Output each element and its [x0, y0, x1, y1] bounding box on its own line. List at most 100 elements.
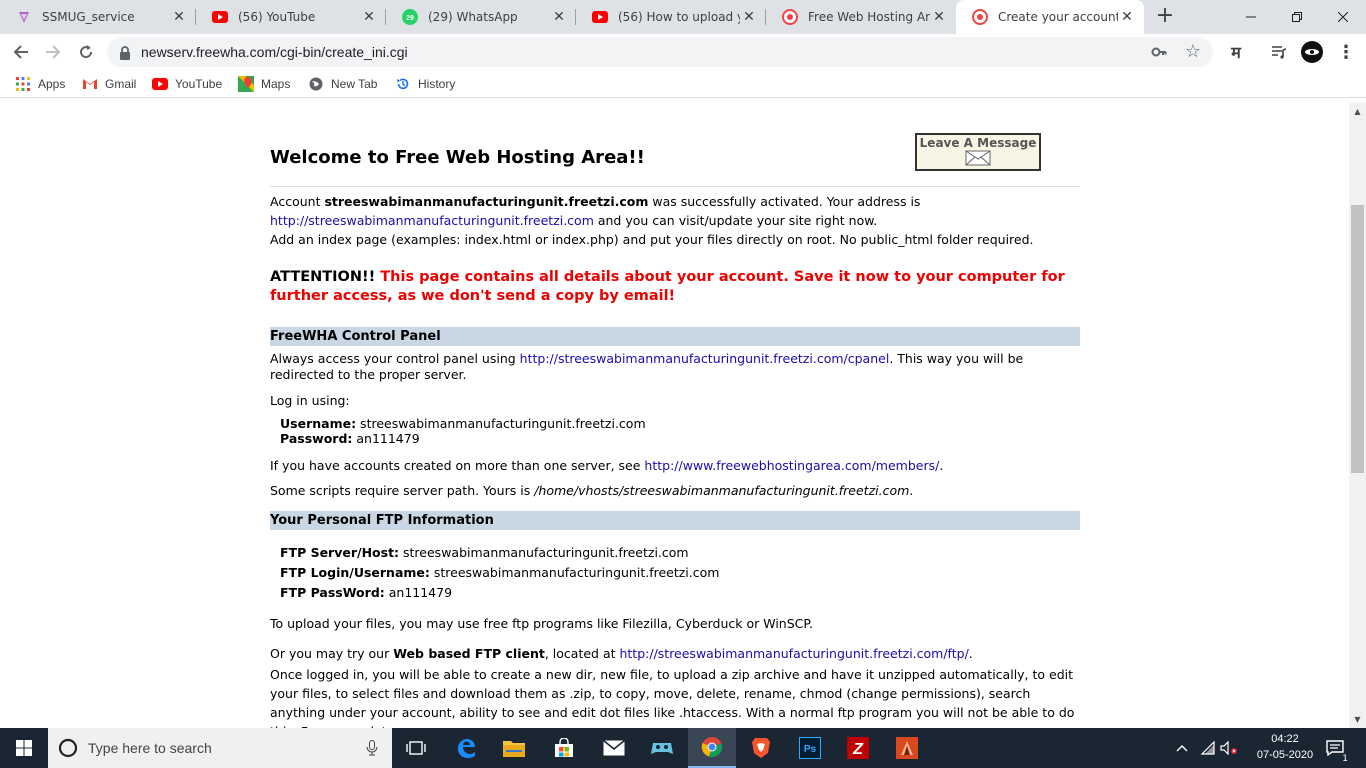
leave-message-button[interactable]: Leave A Message — [915, 133, 1041, 171]
search-placeholder[interactable]: Type here to search — [88, 740, 212, 756]
clock-date: 07-05-2020 — [1256, 749, 1314, 761]
url-text[interactable]: newserv.freewha.com/cgi-bin/create_ini.c… — [141, 44, 408, 60]
leave-message-label: Leave A Message — [919, 136, 1037, 150]
hindi-extension-icon[interactable]: म — [1224, 40, 1248, 64]
bookmark-apps[interactable]: Apps — [15, 75, 65, 93]
tab-ssmug-service[interactable]: SSMUG_service ✕ — [0, 0, 196, 34]
index-note: Add an index page (examples: index.html … — [270, 232, 1034, 247]
close-icon[interactable]: ✕ — [550, 8, 568, 26]
divider — [270, 186, 1080, 187]
tab-youtube-how-to-upload[interactable]: (56) How to upload you ✕ — [576, 0, 766, 34]
reload-button[interactable] — [73, 39, 99, 65]
edge-icon — [458, 739, 475, 758]
taskbar-search-box[interactable]: Type here to search — [48, 728, 392, 768]
taskbar-clock[interactable]: 04:22 07-05-2020 — [1255, 731, 1315, 763]
media-playlist-icon[interactable] — [1267, 40, 1291, 64]
lock-icon[interactable] — [119, 45, 131, 64]
bookmark-youtube[interactable]: YouTube — [152, 75, 222, 93]
restore-button[interactable] — [1274, 0, 1320, 34]
windows-logo-icon — [16, 740, 32, 756]
ftp-heading: Your Personal FTP Information — [270, 511, 1080, 530]
browser-toolbar: newserv.freewha.com/cgi-bin/create_ini.c… — [0, 34, 1366, 70]
ftp-password-value: an111479 — [384, 585, 453, 600]
tab-title: Create your account at — [998, 10, 1118, 24]
members-link[interactable]: http://www.freewebhostingarea.com/member… — [644, 458, 939, 473]
bookmark-maps[interactable]: Maps — [238, 75, 290, 93]
account-intro: Account streeswabimanmanufacturingunit.f… — [270, 194, 1034, 247]
close-icon[interactable]: ✕ — [740, 8, 758, 26]
tab-free-web-hosting-area[interactable]: Free Web Hosting Area ✕ — [766, 0, 956, 34]
site-link[interactable]: http://streeswabimanmanufacturingunit.fr… — [270, 213, 594, 228]
bookmark-new-tab[interactable]: New Tab — [308, 75, 377, 93]
whatsapp-icon: 29 — [402, 9, 418, 25]
ftp-server-value: streeswabimanmanufacturingunit.freetzi.c… — [399, 545, 689, 560]
login-label: Log in using: — [270, 393, 350, 408]
cortana-circle-icon — [58, 738, 78, 758]
web-ftp-link[interactable]: http://streeswabimanmanufacturingunit.fr… — [619, 646, 968, 661]
key-icon[interactable] — [1151, 44, 1167, 64]
edge-taskbar-button[interactable] — [442, 728, 490, 768]
profile-avatar[interactable] — [1300, 40, 1324, 64]
maps-icon — [238, 76, 254, 92]
brave-lion-icon — [752, 738, 770, 758]
photoshop-taskbar-button[interactable]: Ps — [786, 728, 834, 768]
bookmark-gmail[interactable]: Gmail — [82, 75, 136, 93]
vertical-scrollbar[interactable]: ▲ ▼ — [1349, 103, 1366, 728]
close-icon[interactable]: ✕ — [360, 8, 378, 26]
close-icon[interactable]: ✕ — [170, 8, 188, 26]
wifi-icon[interactable] — [1198, 728, 1218, 768]
volume-muted-icon[interactable] — [1218, 728, 1240, 768]
store-taskbar-button[interactable] — [540, 728, 588, 768]
folder-icon — [503, 741, 525, 757]
page-title: Welcome to Free Web Hosting Area!! — [270, 147, 645, 168]
back-button[interactable] — [8, 39, 34, 65]
ftp-features: Once logged in, you will be able to crea… — [270, 667, 1075, 728]
cpanel-credentials: Username: streeswabimanmanufacturingunit… — [280, 416, 646, 446]
tab-create-account[interactable]: Create your account at ✕ — [956, 0, 1144, 34]
windows-taskbar: Type here to search Ps Z 04:22 07-05-202… — [0, 728, 1366, 768]
tab-whatsapp[interactable]: 29 (29) WhatsApp ✕ — [386, 0, 576, 34]
brave-taskbar-button[interactable] — [737, 728, 785, 768]
bookmark-history[interactable]: History — [395, 75, 455, 93]
filezilla-taskbar-button[interactable]: Z — [834, 728, 882, 768]
photoshop-icon: Ps — [799, 737, 821, 759]
password-value: an111479 — [352, 431, 420, 446]
mail-taskbar-button[interactable] — [590, 728, 638, 768]
file-explorer-taskbar-button[interactable] — [490, 728, 538, 768]
tab-title: SSMUG_service — [42, 10, 135, 24]
bookmark-star-icon[interactable]: ☆ — [1185, 41, 1201, 62]
minimize-button[interactable] — [1228, 0, 1274, 34]
chrome-taskbar-button[interactable] — [688, 728, 736, 768]
new-tab-button[interactable]: + — [1154, 5, 1176, 28]
forward-button[interactable] — [40, 39, 66, 65]
close-window-button[interactable] — [1320, 0, 1366, 34]
app-flame-icon — [896, 737, 918, 759]
action-center-button[interactable]: 1 — [1320, 728, 1350, 768]
scroll-up-arrow-icon[interactable]: ▲ — [1349, 103, 1366, 120]
cpanel-link[interactable]: http://streeswabimanmanufacturingunit.fr… — [520, 351, 890, 366]
ftp-credentials: FTP Server/Host: streeswabimanmanufactur… — [280, 545, 720, 600]
address-bar[interactable]: newserv.freewha.com/cgi-bin/create_ini.c… — [107, 37, 1213, 67]
start-button[interactable] — [0, 728, 48, 768]
chrome-icon — [701, 737, 723, 758]
game-taskbar-button[interactable] — [638, 728, 686, 768]
tab-title: (56) YouTube — [238, 10, 316, 24]
mail-envelope-icon — [603, 740, 625, 756]
close-icon[interactable]: ✕ — [1118, 8, 1136, 26]
scrollbar-thumb[interactable] — [1351, 205, 1364, 473]
app-taskbar-button[interactable] — [883, 728, 931, 768]
scroll-down-arrow-icon[interactable]: ▼ — [1349, 711, 1366, 728]
control-panel-heading: FreeWHA Control Panel — [270, 327, 1080, 346]
back-arrow-icon — [13, 45, 28, 59]
freewha-favicon-icon — [972, 9, 988, 25]
youtube-icon — [592, 9, 608, 25]
chrome-menu-icon[interactable]: ⋮ — [1336, 40, 1356, 64]
close-icon[interactable]: ✕ — [930, 8, 948, 26]
store-bag-icon — [555, 738, 573, 757]
task-view-button[interactable] — [392, 728, 440, 768]
bookmarks-bar: Apps Gmail YouTube Maps New Tab History — [0, 70, 1366, 98]
history-icon — [395, 76, 411, 92]
notification-count: 1 — [1342, 754, 1348, 764]
tab-youtube[interactable]: (56) YouTube ✕ — [196, 0, 386, 34]
show-hidden-icons-chevron-icon[interactable] — [1172, 728, 1192, 768]
